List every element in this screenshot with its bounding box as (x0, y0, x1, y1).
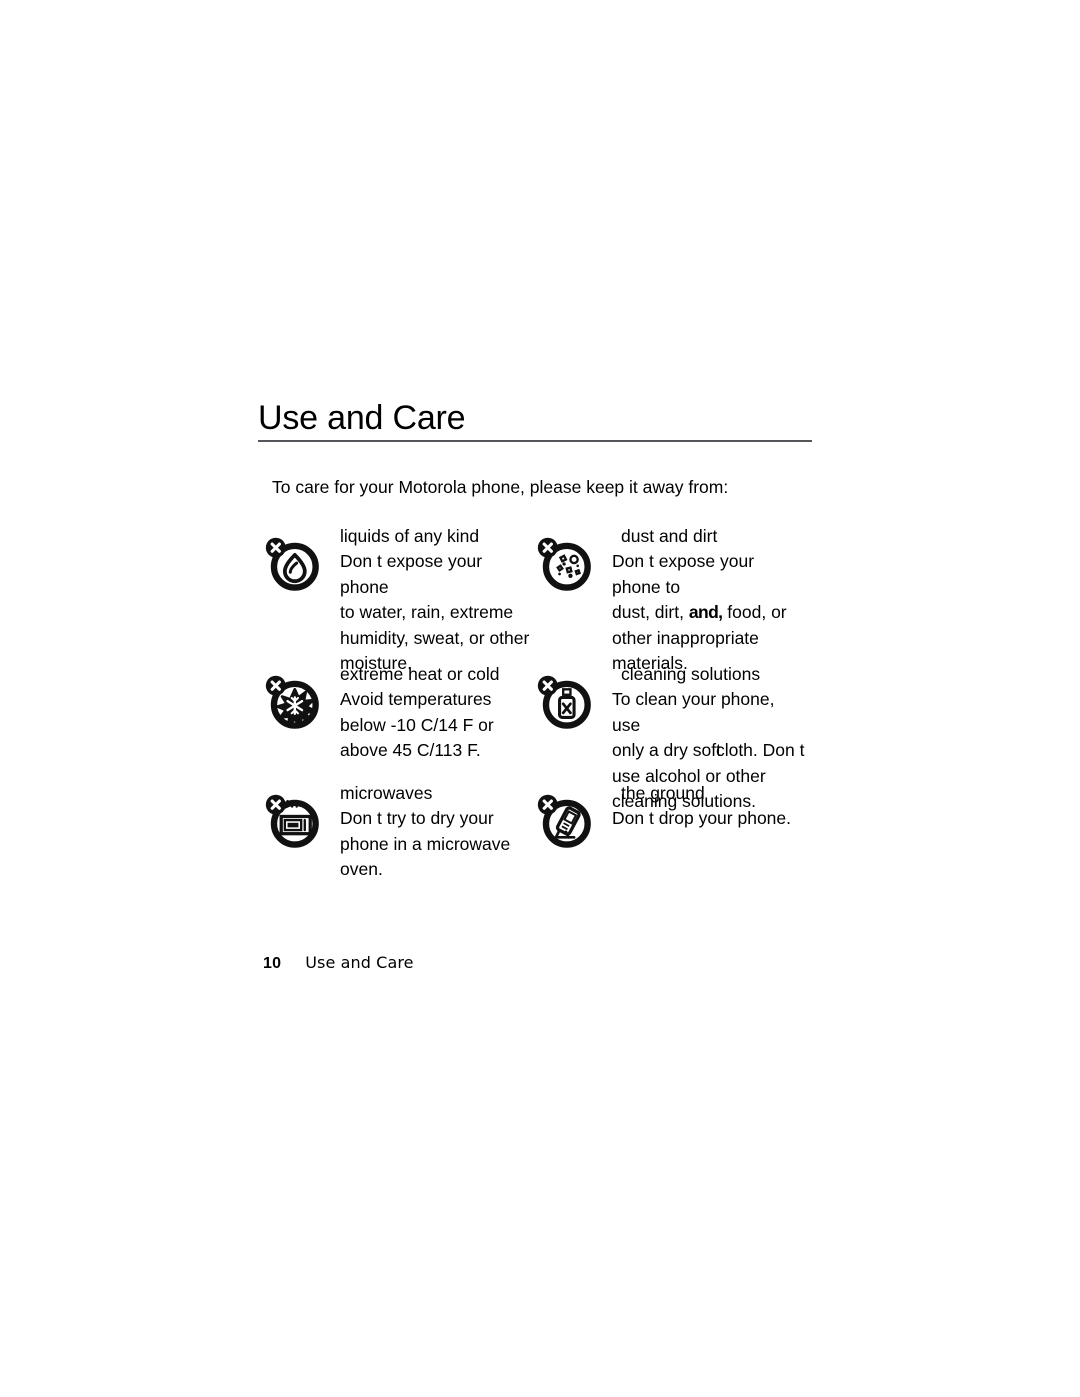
no-cleaning-solutions-icon (536, 673, 594, 731)
care-heading: the ground (621, 783, 705, 803)
care-body-line: dust, dirt, and, food, or (612, 600, 806, 626)
care-column-right: dust and dirt Don t expose your phone to… (536, 524, 806, 885)
care-body-line: Don t expose your phone to (612, 551, 755, 597)
care-body-segment: dust, dirt, (612, 602, 689, 622)
care-body-line: other inappropriate (612, 627, 759, 648)
care-body-line: humidity, sweat, or other (340, 627, 530, 648)
no-dropping-on-ground-icon (536, 792, 594, 850)
care-body: Don t expose your phone to water, rain, … (340, 549, 534, 677)
care-item-cleaning: cleaning solutions To clean your phone, … (536, 662, 806, 811)
care-heading: cleaning solutions (621, 664, 761, 684)
care-body-line: Don t expose your phone (340, 551, 483, 597)
no-dust-and-dirt-icon (536, 535, 594, 593)
page-footer: 10 Use and Care (263, 953, 414, 973)
footer-section-title: Use and Care (305, 953, 414, 972)
care-body-segment-emphasis: and, (688, 602, 723, 622)
care-body: Don t expose your phone to dust, dirt, a… (612, 549, 806, 677)
care-body-line: only a dry softcloth. Don t (612, 738, 806, 764)
care-heading: liquids of any kind (340, 526, 480, 546)
intro-paragraph: To care for your Motorola phone, please … (272, 477, 729, 497)
no-liquids-icon (264, 535, 322, 593)
care-body: Don t try to dry your phone in a microwa… (340, 806, 534, 883)
care-item-liquids: liquids of any kind Don t expose your ph… (264, 524, 534, 673)
care-body-line: below -10 C/14 F or (340, 714, 494, 735)
care-body: Avoid temperatures below -10 C/14 F or a… (340, 687, 534, 764)
care-body-segment: only a dry soft (612, 740, 721, 760)
care-body-line: Avoid temperatures (340, 689, 492, 709)
care-body-line: Don t try to dry your (340, 808, 494, 828)
care-body-line: Don t drop your phone. (612, 808, 792, 828)
care-body-line: above 45 C/113 F. (340, 740, 481, 760)
title-divider (258, 440, 812, 442)
care-item-temperature: extreme heat or cold Avoid temperatures … (264, 662, 534, 777)
care-body-line: To clean your phone, use (612, 689, 775, 735)
care-heading: dust and dirt (621, 526, 718, 546)
page-title: Use and Care (258, 399, 466, 437)
no-extreme-heat-or-cold-icon (264, 673, 322, 731)
footer-page-number: 10 (263, 955, 282, 972)
care-item-microwaves: microwaves Don t try to dry your phone i… (264, 781, 534, 881)
care-body: Don t drop your phone. (612, 806, 806, 832)
care-body-line: oven. (340, 859, 383, 879)
care-item-dust: dust and dirt Don t expose your phone to… (536, 524, 806, 673)
care-body-segment: cloth. Don t (715, 740, 805, 760)
care-column-left: liquids of any kind Don t expose your ph… (264, 524, 534, 885)
care-heading: microwaves (340, 783, 433, 803)
care-item-ground: the ground Don t drop your phone. (536, 781, 806, 881)
care-heading: extreme heat or cold (340, 664, 500, 684)
document-page: Use and Care To care for your Motorola p… (0, 0, 1080, 1397)
care-body-segment: food, or (722, 602, 787, 622)
care-body-line: phone in a microwave (340, 833, 511, 854)
no-microwaves-icon (264, 792, 322, 850)
care-body-line: to water, rain, extreme (340, 602, 514, 622)
